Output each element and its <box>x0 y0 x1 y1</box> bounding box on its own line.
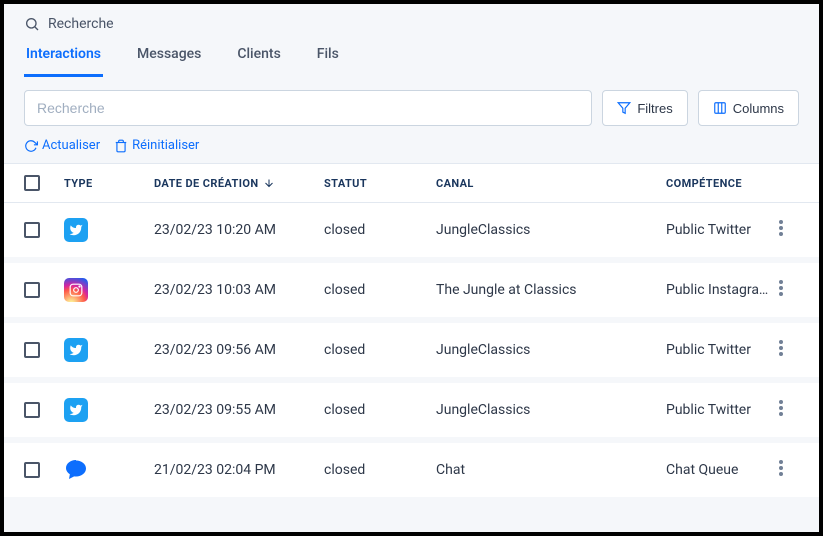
row-checkbox[interactable] <box>24 222 40 238</box>
type-header[interactable]: TYPE <box>64 177 154 190</box>
chat-icon <box>64 458 88 482</box>
app-container: Recherche InteractionsMessagesClientsFil… <box>0 0 823 536</box>
refresh-link[interactable]: Actualiser <box>24 138 100 153</box>
row-competence: Public Twitter <box>666 402 779 418</box>
row-menu-button[interactable] <box>779 340 799 360</box>
reset-label: Réinitialiser <box>132 138 199 153</box>
row-competence: Chat Queue <box>666 462 779 478</box>
row-competence: Public Twitter <box>666 222 779 238</box>
competence-header[interactable]: COMPÉTENCE <box>666 177 779 190</box>
row-menu-button[interactable] <box>779 220 799 240</box>
tab-fils[interactable]: Fils <box>315 46 341 77</box>
refresh-icon <box>24 139 38 153</box>
twitter-icon <box>64 338 88 362</box>
row-competence: Public Instagra… <box>666 282 779 298</box>
search-icon <box>24 16 40 32</box>
row-date: 21/02/23 02:04 PM <box>154 462 324 478</box>
row-checkbox[interactable] <box>24 402 40 418</box>
columns-button[interactable]: Columns <box>698 90 799 126</box>
row-canal: JungleClassics <box>436 342 666 358</box>
twitter-icon <box>64 398 88 422</box>
reset-link[interactable]: Réinitialiser <box>114 138 199 153</box>
trash-icon <box>114 139 128 153</box>
select-all-checkbox[interactable] <box>24 175 40 191</box>
filters-button[interactable]: Filtres <box>602 90 687 126</box>
table-row[interactable]: 23/02/23 10:03 AMclosedThe Jungle at Cla… <box>4 263 819 323</box>
filter-icon <box>617 101 631 115</box>
canal-header[interactable]: CANAL <box>436 177 666 190</box>
date-header[interactable]: DATE DE CRÉATION <box>154 177 324 190</box>
tab-interactions[interactable]: Interactions <box>24 46 103 77</box>
row-checkbox[interactable] <box>24 342 40 358</box>
tab-clients[interactable]: Clients <box>235 46 282 77</box>
row-date: 23/02/23 09:55 AM <box>154 402 324 418</box>
filters-label: Filtres <box>637 101 672 116</box>
row-status: closed <box>324 282 436 298</box>
search-input[interactable] <box>24 90 592 126</box>
status-header[interactable]: STATUT <box>324 177 436 190</box>
header: Recherche Interactions Messages Clients Fil… <box>4 4 819 78</box>
row-status: closed <box>324 342 436 358</box>
table-row[interactable]: 21/02/23 02:04 PMclosedChatChat Queue <box>4 443 819 503</box>
row-menu-button[interactable] <box>779 400 799 420</box>
row-status: closed <box>324 222 436 238</box>
actions-bar: Actualiser Réinitialiser <box>4 138 819 163</box>
search-label: Recherche <box>24 16 799 32</box>
controls-bar: Filtres Columns <box>4 78 819 138</box>
row-date: 23/02/23 09:56 AM <box>154 342 324 358</box>
twitter-icon <box>64 218 88 242</box>
row-menu-button[interactable] <box>779 280 799 300</box>
table-header: TYPE DATE DE CRÉATION STATUT CANAL COMPÉ… <box>4 163 819 203</box>
row-canal: JungleClassics <box>436 222 666 238</box>
search-label-text: Recherche <box>48 16 114 32</box>
select-all-header <box>24 175 64 191</box>
row-menu-button[interactable] <box>779 460 799 480</box>
date-header-label: DATE DE CRÉATION <box>154 177 259 190</box>
instagram-icon <box>64 278 88 302</box>
interactions-table: TYPE DATE DE CRÉATION STATUT CANAL COMPÉ… <box>4 163 819 503</box>
refresh-label: Actualiser <box>42 138 100 153</box>
columns-icon <box>713 101 727 115</box>
row-checkbox[interactable] <box>24 282 40 298</box>
row-status: closed <box>324 402 436 418</box>
table-row[interactable]: 23/02/23 09:56 AMclosedJungleClassicsPub… <box>4 323 819 383</box>
row-competence: Public Twitter <box>666 342 779 358</box>
row-canal: JungleClassics <box>436 402 666 418</box>
table-row[interactable]: 23/02/23 09:55 AMclosedJungleClassicsPub… <box>4 383 819 443</box>
tab-messages[interactable]: Messages <box>135 46 203 77</box>
row-status: closed <box>324 462 436 478</box>
tabs: Interactions Messages Clients Fils <box>24 46 799 78</box>
sort-down-icon <box>263 177 275 189</box>
table-body: 23/02/23 10:20 AMclosedJungleClassicsPub… <box>4 203 819 503</box>
table-row[interactable]: 23/02/23 10:20 AMclosedJungleClassicsPub… <box>4 203 819 263</box>
row-canal: The Jungle at Classics <box>436 282 666 298</box>
row-date: 23/02/23 10:20 AM <box>154 222 324 238</box>
row-canal: Chat <box>436 462 666 478</box>
columns-label: Columns <box>733 101 784 116</box>
row-checkbox[interactable] <box>24 462 40 478</box>
row-date: 23/02/23 10:03 AM <box>154 282 324 298</box>
